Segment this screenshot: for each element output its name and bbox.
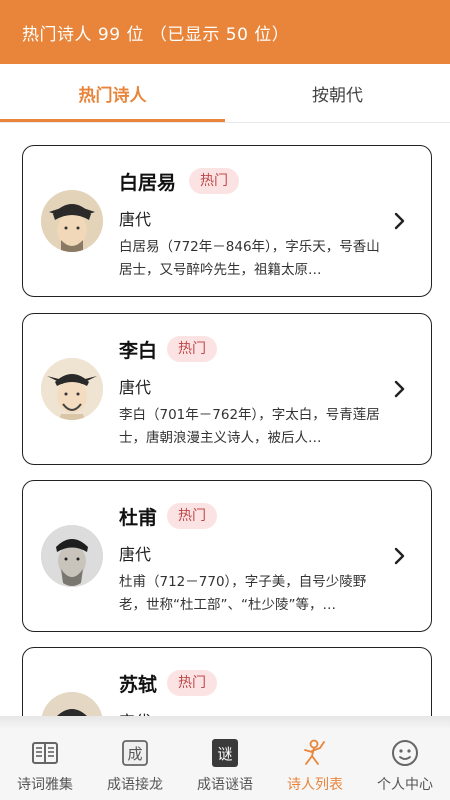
poet-name: 杜甫 [119,507,158,529]
poet-dynasty: 唐代 [119,545,152,564]
poet-avatar [41,190,103,252]
chevron-right-icon [394,212,405,230]
nav-label: 诗词雅集 [17,777,73,793]
poet-name: 李白 [119,340,158,362]
tab-by-dynasty[interactable]: 按朝代 [225,64,450,122]
nav-poet-list[interactable]: 诗人列表 [270,728,360,800]
poet-description: 杜甫（712－770），字子美，自号少陵野老，世称“杜工部”、“杜少陵”等，… [119,574,367,613]
top-header: 热门诗人 99 位 （已显示 50 位） [0,0,450,64]
nav-poetry-collection[interactable]: 诗词雅集 [0,728,90,800]
poet-avatar [41,525,103,587]
idiom-chain-icon: 成 [122,740,148,766]
svg-text:成: 成 [127,745,142,763]
tab-bar: 热门诗人 按朝代 [0,64,450,122]
poet-card-li-bai[interactable]: 李白 热门 唐代 李白（701年－762年），字太白，号青莲居士，唐朝浪漫主义诗… [22,313,432,465]
poet-card-du-fu[interactable]: 杜甫 热门 唐代 杜甫（712－770），字子美，自号少陵野老，世称“杜工部”、… [22,480,432,632]
chevron-right-icon [394,547,405,565]
nav-idiom-chain[interactable]: 成 成语接龙 [90,728,180,800]
poet-list[interactable]: 白居易 热门 唐代 白居易（772年－846年），字乐天，号香山居士，又号醉吟先… [0,123,450,720]
nav-label: 诗人列表 [287,777,343,793]
nav-label: 成语接龙 [107,777,163,793]
book-icon [32,742,58,764]
hot-badge: 热门 [167,336,217,362]
poet-card-su-shi[interactable]: 苏轼 热门 宋代 [22,647,432,720]
poet-description: 白居易（772年－846年），字乐天，号香山居士，又号醉吟先生，祖籍太原… [119,239,380,278]
tab-label: 热门诗人 [78,85,147,106]
poet-dynasty: 唐代 [119,378,152,397]
poet-dynasty: 唐代 [119,210,152,229]
idiom-riddle-icon: 谜 [212,739,238,767]
nav-profile[interactable]: 个人中心 [360,728,450,800]
nav-label: 个人中心 [377,777,433,793]
nav-shadow [0,716,450,728]
chevron-right-icon [394,380,405,398]
hot-badge: 热门 [167,503,217,529]
svg-text:谜: 谜 [217,745,232,763]
profile-face-icon [392,740,418,766]
nav-idiom-riddle[interactable]: 谜 成语谜语 [180,728,270,800]
poet-name: 白居易 [119,172,177,194]
poet-list-icon [304,739,325,765]
poet-avatar [41,358,103,420]
tab-hot-poets[interactable]: 热门诗人 [0,64,225,122]
bottom-nav: 诗词雅集 成 成语接龙 谜 成语谜语 诗人列表 个人中心 [0,728,450,800]
hot-badge: 热门 [189,168,239,194]
header-title: 热门诗人 99 位 （已显示 50 位） [22,24,290,45]
poet-description: 李白（701年－762年），字太白，号青莲居士，唐朝浪漫主义诗人，被后人… [119,407,380,446]
tab-label: 按朝代 [312,85,363,106]
hot-badge: 热门 [167,670,217,696]
poet-name: 苏轼 [119,674,158,696]
nav-label: 成语谜语 [197,777,253,793]
poet-card-bai-juyi[interactable]: 白居易 热门 唐代 白居易（772年－846年），字乐天，号香山居士，又号醉吟先… [22,145,432,297]
